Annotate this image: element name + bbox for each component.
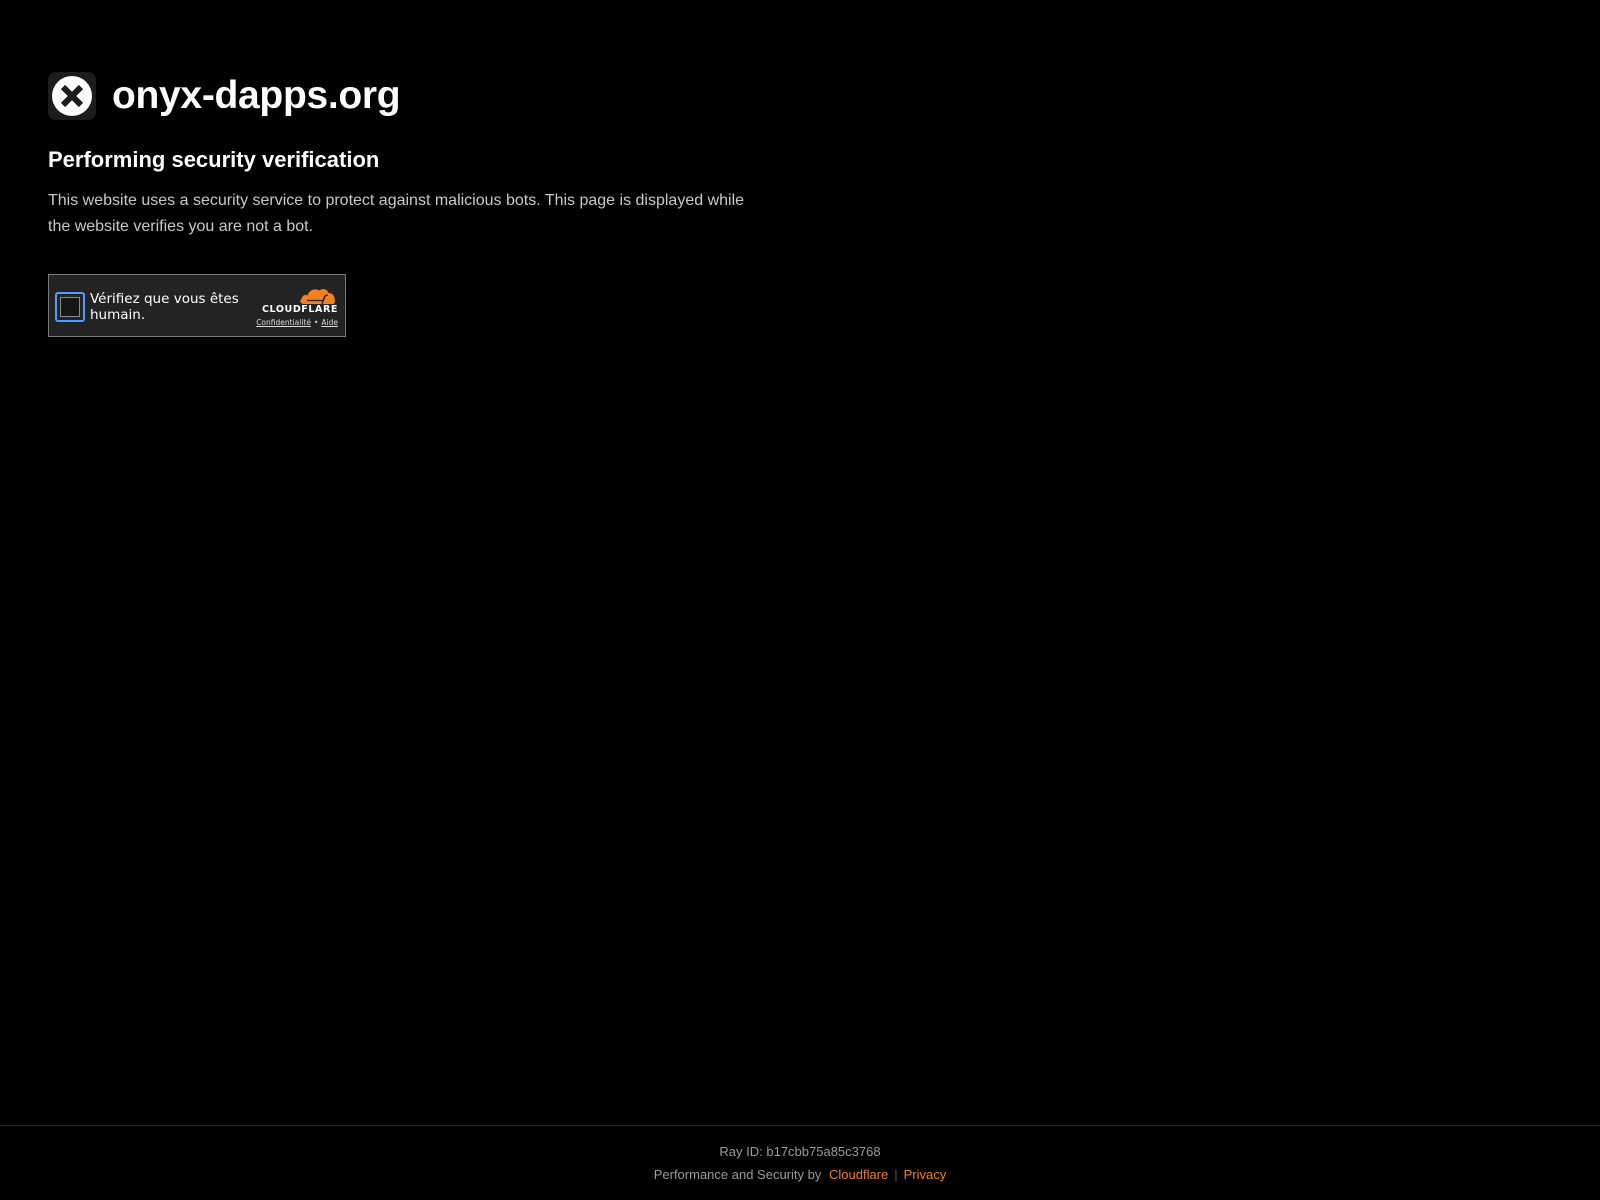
footer-divider: | <box>894 1167 898 1182</box>
ray-id: Ray ID: b17cbb75a85c3768 <box>719 1144 881 1159</box>
footer-credits: Performance and Security by Cloudflare | P… <box>0 1167 1600 1183</box>
main-content: onyx-dapps.org Performing security verif… <box>48 72 768 240</box>
turnstile-widget: Vérifiez que vous êtes humain. CLOUDFLAR… <box>48 274 346 337</box>
cloudflare-branding: CLOUDFLARE Confidentialité • Aide <box>250 287 338 329</box>
site-header: onyx-dapps.org <box>48 72 768 120</box>
verify-checkbox[interactable] <box>55 292 85 322</box>
page-description: This website uses a security service to … <box>48 192 745 235</box>
widget-link-separator: • <box>313 318 319 327</box>
cloudflare-link[interactable]: Cloudflare <box>829 1167 888 1182</box>
widget-help-link[interactable]: Aide <box>321 318 338 327</box>
footer: Ray ID: b17cbb75a85c3768 Performance and… <box>0 1125 1600 1200</box>
checkbox-box <box>60 297 80 317</box>
credits-prefix: Performance and Security by <box>653 1167 822 1182</box>
cloudflare-wordmark: CLOUDFLARE <box>261 304 338 315</box>
verify-label: Vérifiez que vous êtes humain. <box>90 291 239 323</box>
page: onyx-dapps.org Performing security verif… <box>0 0 1600 1200</box>
x-circle-icon <box>48 72 96 120</box>
widget-links: Confidentialité • Aide <box>256 318 338 327</box>
site-name: onyx-dapps.org <box>112 74 401 117</box>
privacy-link[interactable]: Privacy <box>904 1167 947 1182</box>
widget-privacy-link[interactable]: Confidentialité <box>256 318 311 327</box>
page-title: Performing security verification <box>48 147 380 172</box>
